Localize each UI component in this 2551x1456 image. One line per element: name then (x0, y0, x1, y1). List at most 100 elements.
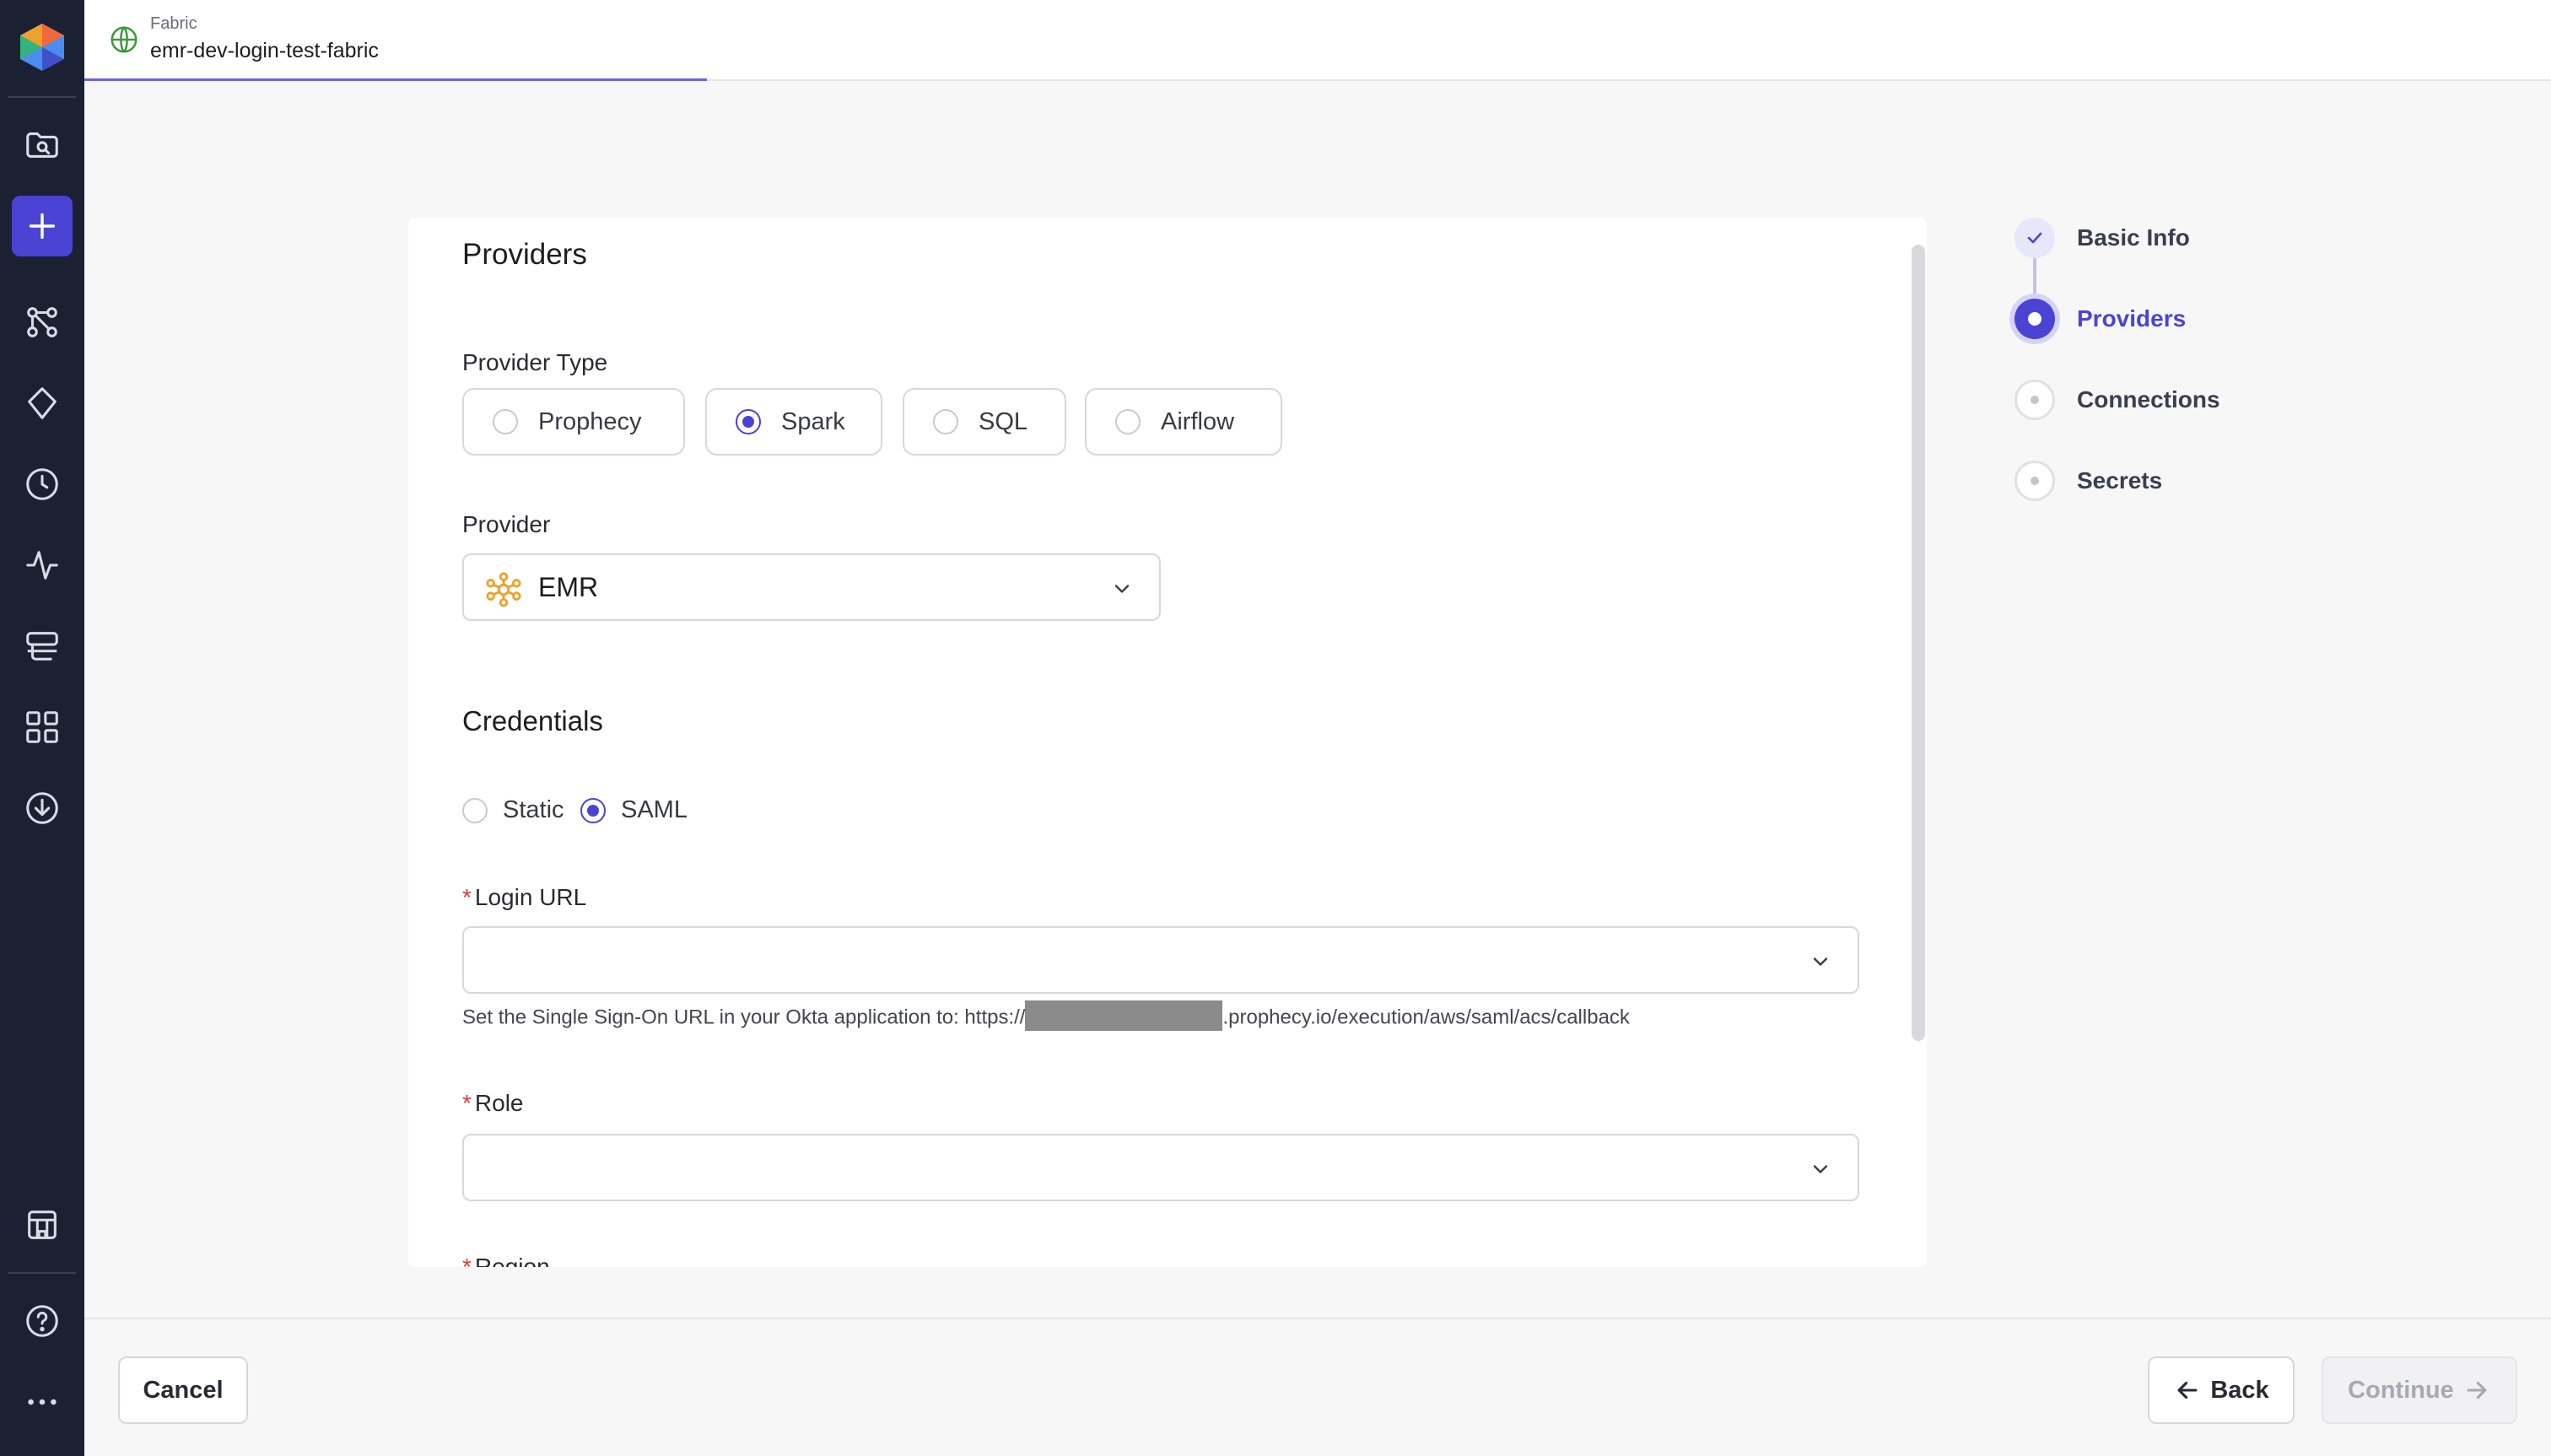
left-nav (0, 0, 84, 1456)
plus-icon (29, 213, 56, 240)
nav-item-observability[interactable] (12, 535, 73, 596)
nav-item-organization[interactable] (12, 1194, 73, 1255)
login-url-label: * Login URL (462, 884, 586, 911)
footer-bar: Cancel Back Continue (84, 1318, 2551, 1456)
nav-divider (8, 1272, 76, 1274)
nav-item-explore[interactable] (12, 115, 73, 175)
step-basic-info[interactable]: Basic Info (2014, 218, 2190, 258)
nav-item-environment[interactable] (12, 616, 73, 677)
check-icon (2027, 232, 2042, 244)
back-button[interactable]: Back (2148, 1356, 2295, 1424)
continue-label: Continue (2348, 1376, 2454, 1404)
arrow-right-icon (2467, 1381, 2487, 1399)
option-label: SAML (621, 796, 688, 823)
step-label: Secrets (2077, 467, 2163, 493)
redacted-block (1025, 1000, 1223, 1031)
option-label: Spark (781, 407, 845, 435)
chevron-down-icon (1813, 1165, 1828, 1173)
nav-item-gems[interactable] (12, 373, 73, 434)
option-label: SQL (979, 407, 1028, 435)
step-secrets[interactable]: Secrets (2014, 461, 2162, 501)
login-url-select[interactable] (462, 926, 1859, 994)
helper-suffix: .prophecy.io/execution/aws/saml/acs/call… (1222, 1006, 1630, 1029)
step-providers[interactable]: Providers (2014, 299, 2186, 339)
nav-item-upgrade[interactable] (12, 778, 73, 839)
nav-item-help[interactable] (12, 1291, 73, 1351)
graph-icon (27, 307, 57, 337)
provider-type-option-prophecy[interactable]: Prophecy (462, 388, 685, 456)
provider-type-label: Provider Type (462, 349, 608, 375)
helper-prefix: Set the Single Sign-On URL in your Okta … (462, 1006, 1026, 1029)
role-label-text: Role (474, 1090, 524, 1116)
chevron-down-icon (1114, 585, 1130, 593)
gem-icon (28, 387, 57, 419)
top-bar: Fabric emr-dev-login-test-fabric (84, 0, 2551, 81)
form-scrollbar[interactable] (1912, 245, 1925, 1041)
step-current-indicator (2014, 299, 2055, 339)
option-label: Prophecy (538, 407, 642, 435)
tab-fabric-name: emr-dev-login-test-fabric (150, 39, 379, 62)
server-icon (26, 632, 58, 661)
radio-icon (493, 409, 518, 434)
nav-item-more[interactable] (12, 1372, 73, 1432)
stepper-connector (2033, 258, 2036, 295)
emr-icon (486, 572, 521, 607)
chevron-down-icon (1813, 957, 1828, 966)
nav-item-jobs[interactable] (12, 454, 73, 515)
help-icon (26, 1305, 58, 1337)
section-title-providers: Providers (462, 238, 587, 271)
provider-type-option-airflow[interactable]: Airflow (1085, 388, 1282, 456)
globe-icon (111, 26, 138, 53)
radio-selected-icon (580, 797, 606, 823)
required-mark: * (462, 1090, 472, 1116)
provider-label: Provider (462, 511, 551, 537)
step-label: Providers (2077, 305, 2187, 332)
login-url-label-text: Login URL (474, 884, 587, 910)
provider-select-value: EMR (538, 572, 599, 602)
required-mark: * (462, 884, 472, 910)
role-select[interactable] (462, 1134, 1859, 1201)
step-label: Basic Info (2077, 224, 2190, 251)
tab-kind-label: Fabric (150, 14, 197, 33)
provider-type-option-sql[interactable]: SQL (903, 388, 1066, 456)
more-icon (28, 1399, 57, 1405)
cancel-button[interactable]: Cancel (118, 1356, 248, 1424)
cancel-label: Cancel (143, 1376, 224, 1404)
nav-item-marketplace[interactable] (12, 697, 73, 758)
activity-icon (26, 551, 58, 580)
region-label: * Region (462, 1254, 550, 1267)
nav-item-create[interactable] (12, 196, 73, 256)
radio-selected-icon (736, 409, 761, 434)
arrow-left-icon (2177, 1381, 2198, 1399)
required-mark: * (462, 1254, 472, 1267)
region-label-text: Region (474, 1254, 550, 1267)
continue-button[interactable]: Continue (2322, 1356, 2517, 1424)
grid-icon (26, 711, 58, 743)
provider-select[interactable]: EMR (462, 553, 1161, 621)
fabric-tab[interactable]: Fabric emr-dev-login-test-fabric (84, 0, 707, 81)
step-pending-indicator (2014, 380, 2055, 420)
radio-icon (1115, 409, 1141, 434)
nav-item-pipelines[interactable] (12, 292, 73, 353)
download-icon (26, 792, 58, 824)
role-label: * Role (462, 1090, 524, 1117)
clock-icon (26, 468, 58, 500)
credential-option-saml[interactable]: SAML (580, 796, 688, 824)
credential-option-static[interactable]: Static (462, 796, 564, 824)
search-files-icon (26, 132, 58, 158)
login-url-helper-text: Set the Single Sign-On URL in your Okta … (462, 1000, 1630, 1031)
provider-type-option-spark[interactable]: Spark (705, 388, 882, 456)
providers-form-card: Providers Provider Type Prophecy Spark S… (408, 218, 1927, 1267)
radio-icon (933, 409, 958, 434)
back-label: Back (2210, 1376, 2269, 1404)
option-label: Static (503, 796, 564, 823)
step-connections[interactable]: Connections (2014, 380, 2220, 420)
radio-icon (462, 797, 488, 823)
step-label: Connections (2077, 386, 2220, 413)
building-icon (28, 1211, 57, 1239)
prophecy-logo[interactable] (15, 22, 69, 73)
option-label: Airflow (1161, 407, 1235, 435)
step-pending-indicator (2014, 461, 2055, 501)
nav-divider (8, 96, 76, 98)
section-title-credentials: Credentials (462, 705, 603, 736)
